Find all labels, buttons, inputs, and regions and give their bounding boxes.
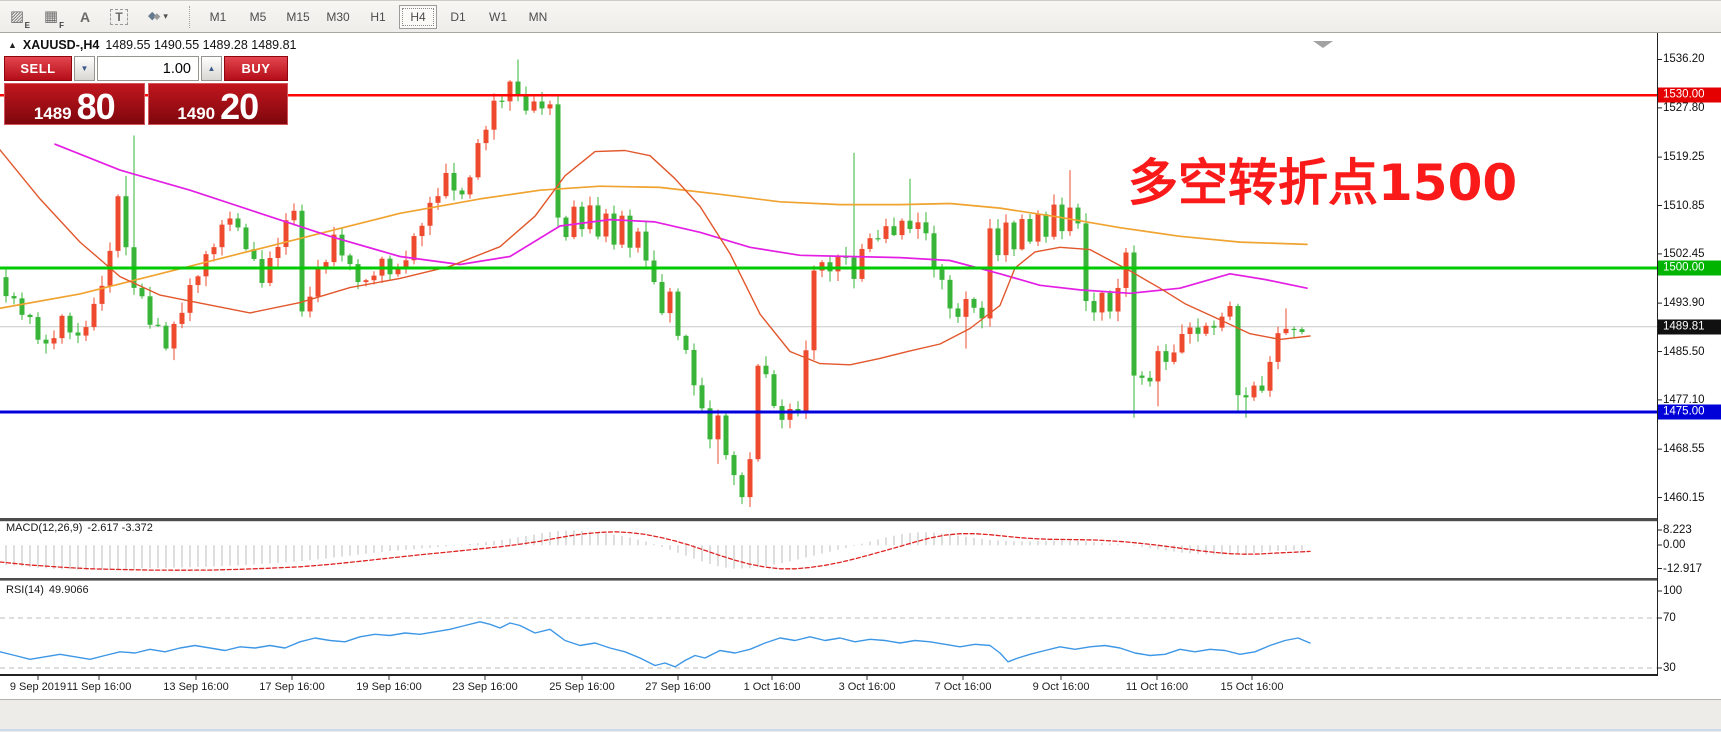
volume-decrease-button[interactable]: ▼ bbox=[74, 56, 95, 81]
time-axis-label: 13 Sep 16:00 bbox=[163, 681, 228, 693]
status-strip bbox=[0, 699, 1721, 732]
toolbar-separator bbox=[189, 6, 191, 28]
hatch-glyph: ▨ bbox=[10, 9, 24, 24]
rsi-axis-label: 100 bbox=[1663, 585, 1682, 597]
price-axis-tick-label: 1527.80 bbox=[1663, 102, 1705, 114]
shapes-icon[interactable]: ◆ ◆ ▾ bbox=[138, 4, 178, 30]
mas-layer bbox=[0, 144, 1310, 365]
timeframe-button-m30[interactable]: M30 bbox=[319, 5, 357, 29]
time-axis-label: 9 Oct 16:00 bbox=[1033, 681, 1090, 693]
rsi-name: RSI(14) bbox=[6, 584, 44, 596]
rsi-label: RSI(14) 49.9066 bbox=[6, 584, 89, 596]
bid-quote[interactable]: 1489 80 bbox=[4, 83, 145, 125]
timeframe-button-h1[interactable]: H1 bbox=[359, 5, 397, 29]
time-axis-label: 9 Sep 2019 bbox=[10, 681, 66, 693]
time-axis-label: 11 Oct 16:00 bbox=[1126, 681, 1188, 693]
timeframe-button-m15[interactable]: M15 bbox=[279, 5, 317, 29]
time-axis-label: 15 Oct 16:00 bbox=[1221, 681, 1284, 693]
sell-button[interactable]: SELL bbox=[4, 56, 72, 81]
macd-axis-label: 8.223 bbox=[1663, 524, 1692, 536]
bg-layer bbox=[0, 327, 1657, 668]
chevron-down-icon: ▾ bbox=[163, 12, 168, 21]
text-label-icon[interactable]: A bbox=[70, 4, 100, 30]
time-axis-label: 7 Oct 16:00 bbox=[935, 681, 992, 693]
price-axis-tick-label: 1502.45 bbox=[1663, 248, 1705, 260]
sma-mid-magenta bbox=[55, 144, 1307, 293]
chart-annotation-text: 多空转折点1500 bbox=[1128, 143, 1517, 215]
time-axis-label: 1 Oct 16:00 bbox=[744, 681, 801, 693]
timeframe-button-w1[interactable]: W1 bbox=[479, 5, 517, 29]
text-label-glyph: A bbox=[80, 9, 90, 25]
timeframe-button-h4[interactable]: H4 bbox=[399, 5, 437, 29]
time-axis-label: 23 Sep 16:00 bbox=[452, 681, 517, 693]
current-price-badge: 1489.81 bbox=[1658, 319, 1721, 334]
candles-layer bbox=[4, 59, 1305, 507]
ask-main-digits: 1490 bbox=[177, 104, 215, 124]
sma-fast-vermilion bbox=[0, 150, 1310, 365]
macd-axis-label: 0.00 bbox=[1663, 539, 1685, 551]
time-axis-label: 25 Sep 16:00 bbox=[549, 681, 614, 693]
time-axis-label: 27 Sep 16:00 bbox=[645, 681, 710, 693]
toolbar: ▨ E ▦ F A T ◆ ◆ ▾ M1M5M15M30H1H4D1W1MN bbox=[0, 0, 1721, 33]
trade-controls-row: SELL ▼ ▲ BUY bbox=[4, 56, 288, 81]
grid-glyph: ▦ bbox=[44, 9, 58, 24]
collapse-arrow-icon[interactable]: ▲ bbox=[8, 40, 17, 50]
time-axis-label: 19 Sep 16:00 bbox=[356, 681, 421, 693]
timeframe-button-mn[interactable]: MN bbox=[519, 5, 557, 29]
text-box-glyph: T bbox=[110, 9, 127, 25]
hatch-expert-icon[interactable]: ▨ E bbox=[2, 4, 32, 30]
ohlc-readout: 1489.55 1490.55 1489.28 1489.81 bbox=[105, 38, 296, 52]
time-axis-label: 17 Sep 16:00 bbox=[259, 681, 324, 693]
bottom-highlight-line bbox=[0, 729, 1721, 731]
buy-button[interactable]: BUY bbox=[224, 56, 288, 81]
price-axis-tick-label: 1468.55 bbox=[1663, 443, 1705, 455]
timeframe-group: M1M5M15M30H1H4D1W1MN bbox=[198, 5, 558, 29]
quote-row: 1489 80 1490 20 bbox=[4, 83, 288, 125]
macd-values: -2.617 -3.372 bbox=[87, 522, 152, 534]
volume-input[interactable] bbox=[97, 56, 199, 81]
macd-axis-label: -12.917 bbox=[1663, 563, 1702, 575]
bid-main-digits: 1489 bbox=[34, 104, 72, 124]
time-axis-label: 3 Oct 16:00 bbox=[839, 681, 896, 693]
grid-forecast-icon[interactable]: ▦ F bbox=[36, 4, 66, 30]
price-axis-tick-label: 1460.15 bbox=[1663, 492, 1705, 504]
sma-slow-orange bbox=[0, 186, 1307, 308]
price-axis-tick-label: 1519.25 bbox=[1663, 151, 1705, 163]
timeframe-button-m5[interactable]: M5 bbox=[239, 5, 277, 29]
chart-header: ▲ XAUUSD-,H4 1489.55 1490.55 1489.28 148… bbox=[8, 38, 296, 52]
macd-name: MACD(12,26,9) bbox=[6, 522, 82, 534]
volume-increase-button[interactable]: ▲ bbox=[201, 56, 222, 81]
rsi-axis-label: 70 bbox=[1663, 612, 1676, 624]
hatch-badge: E bbox=[25, 21, 30, 30]
one-click-trade-panel: SELL ▼ ▲ BUY 1489 80 1490 20 bbox=[4, 56, 288, 125]
shapes-diamond-gray: ◆ bbox=[154, 12, 161, 21]
price-axis-tick-label: 1536.20 bbox=[1663, 53, 1705, 65]
price-level-badge: 1475.00 bbox=[1658, 405, 1721, 420]
symbol-title: XAUUSD-,H4 bbox=[23, 38, 99, 52]
timeframe-button-d1[interactable]: D1 bbox=[439, 5, 477, 29]
rsi-axis-label: 30 bbox=[1663, 662, 1676, 674]
macd-signal-line bbox=[0, 532, 1310, 570]
frame-layer bbox=[0, 33, 1662, 680]
macd-label: MACD(12,26,9) -2.617 -3.372 bbox=[6, 522, 153, 534]
price-axis-tick-label: 1510.85 bbox=[1663, 200, 1705, 212]
timeframe-button-m1[interactable]: M1 bbox=[199, 5, 237, 29]
price-axis-tick-label: 1485.50 bbox=[1663, 346, 1705, 358]
price-level-badge: 1530.00 bbox=[1658, 88, 1721, 103]
price-level-badge: 1500.00 bbox=[1658, 261, 1721, 276]
price-axis-tick-label: 1493.90 bbox=[1663, 297, 1705, 309]
ask-pips-digits: 20 bbox=[220, 86, 258, 128]
text-box-icon[interactable]: T bbox=[104, 4, 134, 30]
rsi-line bbox=[0, 622, 1310, 667]
grid-badge: F bbox=[59, 21, 64, 30]
ask-quote[interactable]: 1490 20 bbox=[148, 83, 289, 125]
trading-platform-window: ▨ E ▦ F A T ◆ ◆ ▾ M1M5M15M30H1H4D1W1MN ▲… bbox=[0, 0, 1721, 732]
time-axis-label: 11 Sep 16:00 bbox=[67, 681, 132, 693]
bid-pips-digits: 80 bbox=[77, 86, 115, 128]
rsi-value: 49.9066 bbox=[49, 584, 89, 596]
